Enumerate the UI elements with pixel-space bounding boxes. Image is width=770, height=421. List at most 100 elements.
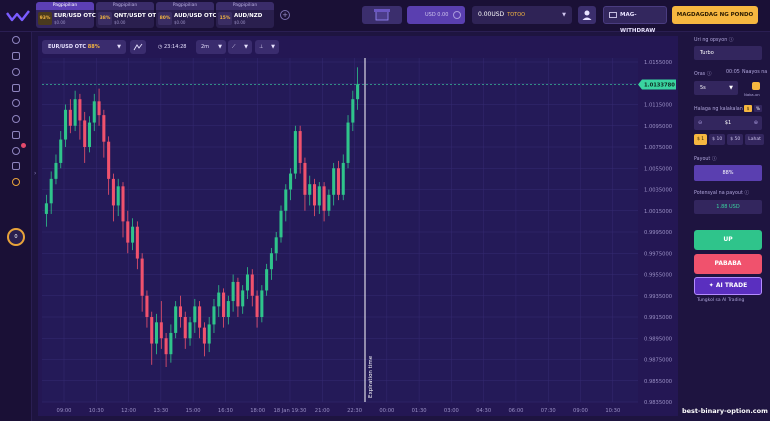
drawing-tools-selector[interactable]: ⊥ ▼ (255, 40, 279, 54)
tab-payout-pct: 80% (158, 12, 172, 25)
preset-chip[interactable]: $ 10 (709, 134, 726, 145)
indicators-button[interactable] (130, 40, 146, 54)
preset-chip[interactable]: $ 1 (694, 134, 708, 145)
preset-chip[interactable]: $ 50 (727, 134, 744, 145)
promo-icon[interactable] (12, 178, 20, 186)
time-selector[interactable]: 5s ▼ (694, 81, 738, 95)
logo-icon[interactable] (6, 9, 30, 23)
candle-body (217, 292, 221, 307)
current-price-label: 1.0133780 (644, 83, 675, 89)
price-chart[interactable]: 1.01550001.01350001.01150001.00950001.00… (38, 36, 678, 416)
demo-balance: USD 0.00 (425, 12, 449, 18)
y-tick-label: 1.0015000 (644, 209, 672, 215)
fixed-toggle[interactable] (752, 82, 760, 90)
up-button[interactable]: UP (694, 230, 762, 250)
currency-badge[interactable]: $ (744, 105, 752, 112)
account-balance: 0.00USD (478, 11, 505, 18)
y-tick-label: 0.9975000 (644, 251, 672, 257)
candle-body (202, 327, 206, 344)
candle-body (154, 322, 159, 344)
caret-down-icon: ▼ (244, 44, 248, 50)
candle-body (303, 162, 307, 195)
candle-body (336, 168, 340, 195)
profile-button[interactable] (578, 6, 596, 24)
caret-down-icon: ▼ (729, 85, 733, 91)
x-tick-label: 18 Jan 19:30 (274, 408, 307, 414)
asset-tab[interactable]: Pagpipilian 38% QNT/USDT OTC $0.00 (96, 2, 160, 28)
account-selector[interactable]: 0.00USD TOTOO ▼ (472, 6, 572, 24)
candle-body (265, 269, 269, 291)
preset-chip[interactable]: Lahat (745, 134, 764, 145)
account-tag: TOTOO (507, 12, 526, 18)
y-tick-label: 0.9955000 (644, 273, 672, 279)
bonus-indicator[interactable]: 0 (7, 228, 25, 246)
settings-icon[interactable] (12, 147, 20, 155)
potential-value: 1.88 USD (694, 200, 762, 214)
plus-icon[interactable]: ⊕ (754, 116, 758, 130)
demo-balance-button[interactable]: USD 0.00 (407, 6, 465, 24)
analytics-icon[interactable] (12, 68, 20, 76)
deposit-button[interactable]: MAGDAGDAG NG PONDO (672, 6, 758, 24)
candle-body (169, 332, 173, 355)
trading-app: Pagpipilian 93% EUR/USD OTC $0.00 Pagpip… (0, 0, 770, 421)
asset-tab[interactable]: Pagpipilian 93% EUR/USD OTC $0.00 (36, 2, 96, 28)
asset-tab[interactable]: Pagpipilian 15% AUD/NZD $0.00 (216, 2, 274, 28)
candle-body (231, 281, 235, 302)
trades-icon[interactable] (12, 52, 20, 60)
clock-icon: ◷ (158, 44, 163, 50)
chart-type-selector[interactable]: ⟋ ▼ (228, 40, 252, 54)
candle-body (121, 186, 125, 222)
fixed-label: Naayos na (742, 70, 768, 75)
gift-button[interactable] (362, 6, 402, 24)
candle-body (298, 131, 302, 163)
watermark: best-binary-option.com (682, 407, 768, 415)
timeframe-selector[interactable]: 2m ▼ (196, 40, 226, 54)
y-tick-label: 0.9835000 (644, 400, 672, 406)
collapse-arrow-icon[interactable]: › (34, 170, 36, 177)
tab-payout-pct: 93% (38, 12, 52, 25)
x-tick-label: 04:30 (476, 408, 491, 414)
candle-body (212, 306, 216, 325)
minus-icon[interactable]: ⊖ (698, 116, 702, 130)
tab-price: $0.00 (234, 20, 246, 25)
down-button[interactable]: PABABA (694, 254, 762, 274)
community-icon[interactable] (12, 162, 20, 170)
candle-body (150, 317, 154, 344)
amount-input[interactable]: ⊖ $1 ⊕ (694, 116, 762, 130)
y-tick-label: 1.0075000 (644, 145, 672, 151)
help-icon[interactable] (12, 115, 20, 123)
withdraw-button[interactable]: MAG-WITHDRAW (603, 6, 667, 34)
leaderboard-icon[interactable] (12, 131, 20, 139)
drawing-icon: ⊥ (259, 44, 264, 50)
chart-area[interactable]: 1.01550001.01350001.01150001.00950001.00… (38, 36, 678, 416)
candle-body (49, 178, 53, 204)
ai-help-link[interactable]: Tungkol sa AI Trading (697, 298, 744, 303)
history-icon[interactable] (12, 99, 20, 107)
y-tick-label: 0.9855000 (644, 379, 672, 385)
pair-selector[interactable]: EUR/USD OTC 88% ▼ (42, 40, 126, 54)
tab-payout-pct: 15% (218, 12, 232, 25)
candle-body (174, 306, 178, 333)
asset-tab[interactable]: Pagpipilian 80% AUD/USD OTC $0.00 (156, 2, 217, 28)
candle-body (131, 226, 135, 243)
chart-icon[interactable] (12, 36, 20, 44)
tab-payout-pct: 38% (98, 12, 112, 25)
candle-body (250, 274, 254, 296)
add-tab-button[interactable]: + (280, 10, 290, 20)
candle-body (73, 99, 77, 126)
ai-trade-button[interactable]: ✦ AI TRADE (694, 277, 762, 295)
top-bar: Pagpipilian 93% EUR/USD OTC $0.00 Pagpip… (0, 0, 770, 34)
candle-body (346, 122, 350, 163)
signals-icon[interactable] (12, 84, 20, 92)
tab-pair: AUD/NZD (234, 13, 263, 19)
percent-badge[interactable]: % (754, 105, 762, 112)
x-tick-label: 22:30 (347, 408, 362, 414)
pair-payout: 88% (87, 44, 100, 50)
candle-body (332, 168, 336, 195)
x-tick-label: 09:00 (57, 408, 72, 414)
withdraw-label: MAG-WITHDRAW (620, 12, 656, 34)
tab-header: Pagpipilian (156, 2, 214, 10)
option-type-selector[interactable]: Turbo (694, 46, 762, 60)
candle-body (135, 226, 139, 259)
candle-body (207, 324, 211, 344)
